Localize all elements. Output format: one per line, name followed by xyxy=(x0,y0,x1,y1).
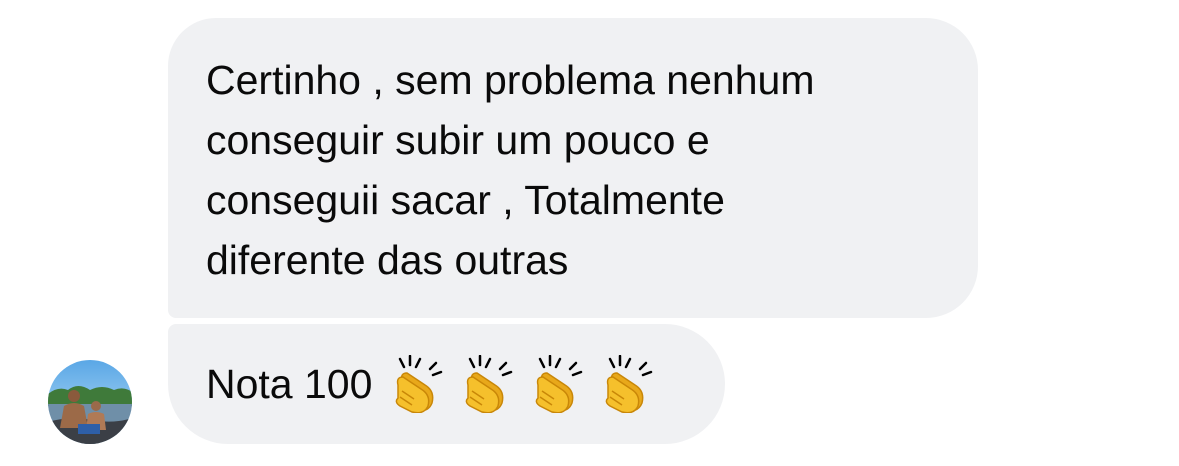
clapping-hands-icon xyxy=(466,355,513,413)
message-bubble[interactable]: Certinho , sem problema nenhum conseguir… xyxy=(168,18,978,318)
avatar[interactable] xyxy=(48,360,132,444)
clapping-hands-icon xyxy=(536,355,583,413)
clapping-hands-icon xyxy=(606,355,653,413)
clapping-hands-icon xyxy=(396,355,443,413)
message-text: Nota 100 xyxy=(206,361,373,407)
message-thread: Certinho , sem problema nenhum conseguir… xyxy=(0,0,1179,466)
message-bubble[interactable]: Nota 100 xyxy=(168,324,725,444)
message-text: Certinho , sem problema nenhum conseguir… xyxy=(206,57,815,283)
avatar-photo xyxy=(48,360,132,444)
emoji-group xyxy=(390,355,656,413)
